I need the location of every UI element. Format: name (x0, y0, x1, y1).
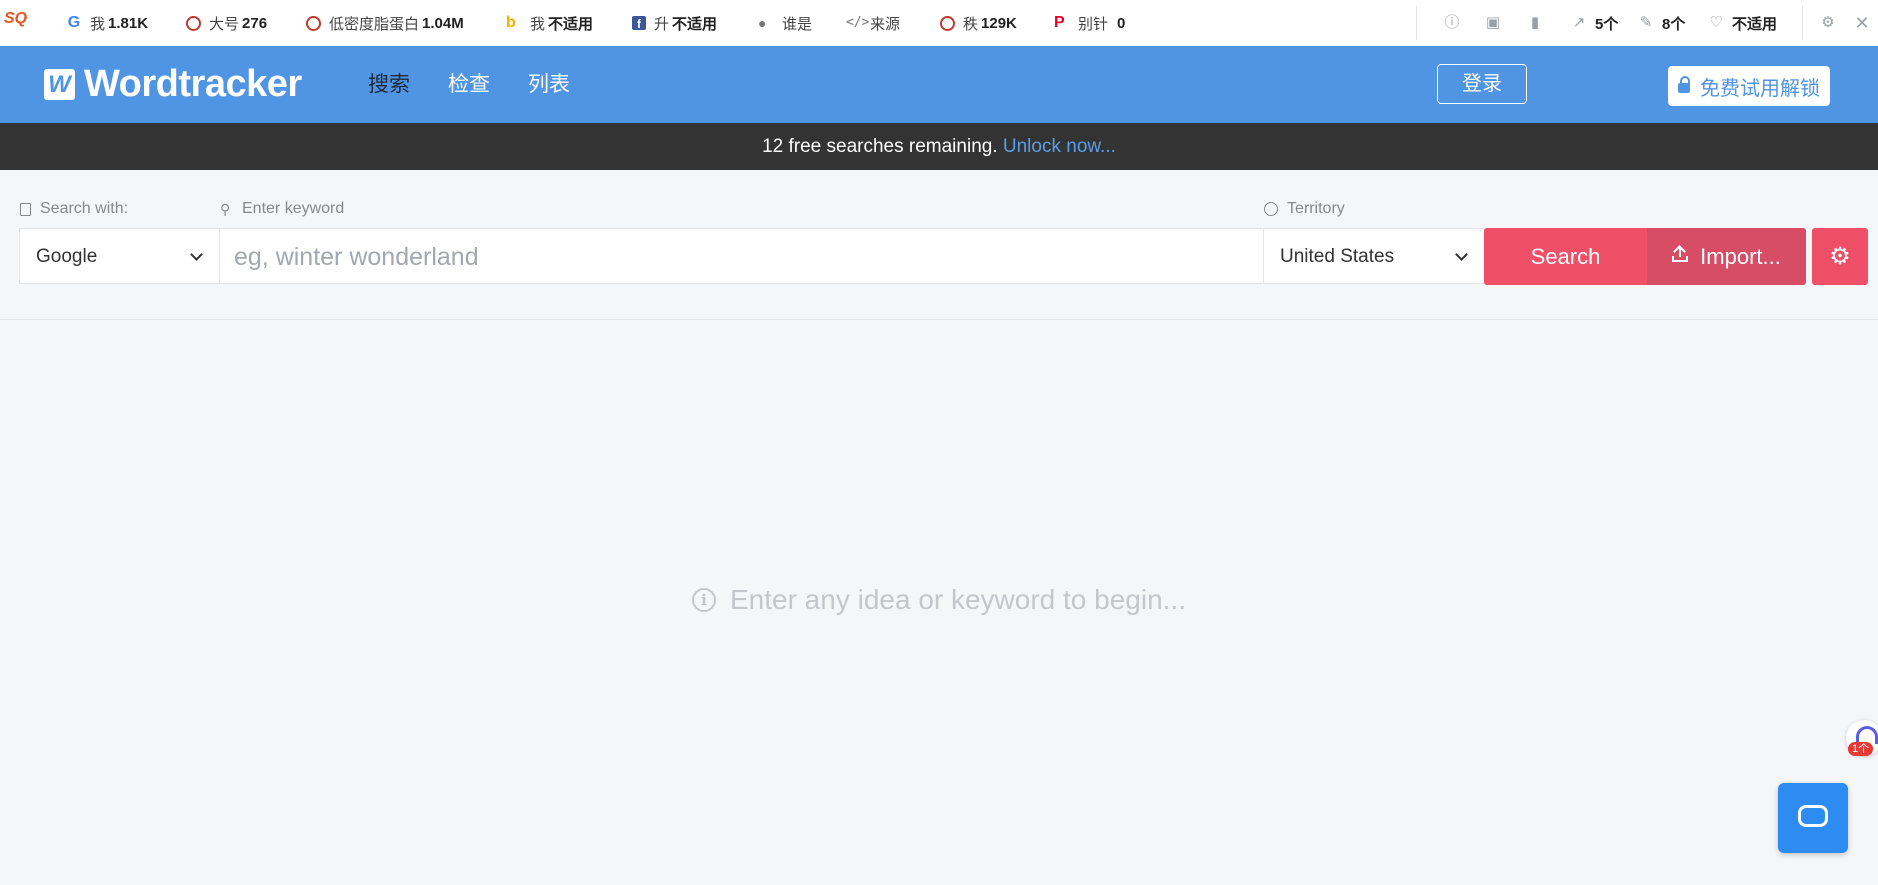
seo-item-source[interactable]: </> 来源 (846, 0, 903, 46)
notification-badge: 1个 (1848, 742, 1874, 756)
toolbar-divider (1416, 6, 1417, 40)
seo-item-chart[interactable]: ▮ (1527, 0, 1551, 46)
user-icon: ● (758, 15, 767, 31)
side-assistant-widget[interactable]: 1个 (1846, 720, 1878, 756)
info-icon: i (691, 588, 716, 612)
ring-icon (186, 15, 201, 31)
chat-icon (1798, 805, 1828, 827)
gear-icon: ⚙ (1829, 243, 1851, 270)
login-button[interactable]: 登录 (1437, 64, 1527, 104)
keyword-input[interactable] (232, 229, 1256, 285)
facebook-icon: f (632, 16, 646, 31)
empty-state: i Enter any idea or keyword to begin... (0, 584, 1878, 616)
nav-search[interactable]: 搜索 (368, 70, 410, 100)
chevron-down-icon (190, 248, 203, 261)
unlock-now-link[interactable]: Unlock now... (1003, 136, 1116, 157)
close-icon: ✕ (1854, 13, 1870, 33)
code-icon: </> (846, 15, 870, 30)
chevron-down-icon (1455, 248, 1468, 261)
search-button[interactable]: Search (1484, 228, 1647, 285)
info-icon: ⓘ (1444, 14, 1460, 31)
heart-icon: ♡ (1709, 14, 1723, 31)
brand-name: Wordtracker (84, 63, 302, 105)
free-trial-label: 免费试用解锁 (1700, 77, 1820, 100)
ring-icon (940, 15, 955, 31)
seo-item-external-links[interactable]: ↗ 5个 (1571, 0, 1619, 46)
seo-extension-logo[interactable]: SQ (4, 10, 27, 28)
seo-item-whois[interactable]: ● 谁是 (758, 0, 815, 46)
search-icon: ⚲ (220, 200, 231, 217)
globe-icon (1264, 202, 1278, 216)
seo-item-pinterest[interactable]: P 别针 0 (1054, 0, 1125, 46)
toolbar-divider (1802, 6, 1803, 40)
seo-item-health[interactable]: ♡ 不适用 (1708, 0, 1777, 46)
search-with-label: Search with: (20, 200, 128, 218)
import-button[interactable]: Import... (1647, 228, 1806, 285)
site-header: W Wordtracker 搜索 检查 列表 登录 免费试用解锁 (0, 46, 1878, 123)
seo-item-ldp[interactable]: 低密度脂蛋白 1.04M (306, 0, 464, 46)
free-trial-button[interactable]: 免费试用解锁 (1668, 66, 1830, 106)
seo-item-internal-links[interactable]: ✎ 8个 (1638, 0, 1686, 46)
search-settings-button[interactable]: ⚙ (1812, 228, 1868, 285)
document-icon (20, 202, 31, 216)
main-nav: 搜索 检查 列表 (368, 70, 608, 100)
seo-item-facebook[interactable]: f 升 不适用 (632, 0, 717, 46)
google-icon: G (67, 14, 81, 31)
bing-icon: b (506, 14, 516, 31)
bar-chart-icon: ▮ (1530, 14, 1540, 31)
seo-item-info[interactable]: ⓘ (1444, 0, 1468, 46)
seo-item-da[interactable]: 大号 276 (186, 0, 267, 46)
seo-item-bing-index[interactable]: b 我 不适用 (506, 0, 593, 46)
banner-text: 12 free searches remaining. (762, 136, 998, 157)
upload-icon (1672, 244, 1689, 262)
territory-select[interactable]: United States (1263, 228, 1485, 284)
chat-button[interactable] (1778, 783, 1848, 853)
lock-icon (1678, 76, 1690, 93)
seo-extension-toolbar: SQ G 我 1.81K 大号 276 低密度脂蛋白 1.04M b 我 不适用… (0, 0, 1878, 47)
search-panel: Search with: ⚲ Enter keyword Territory G… (0, 170, 1878, 320)
brand-mark-icon: W (44, 68, 75, 100)
keyword-label: ⚲ Enter keyword (220, 200, 345, 217)
seo-item-rank[interactable]: 秩 129K (940, 0, 1017, 46)
keyword-input-box (219, 228, 1264, 285)
nav-lists[interactable]: 列表 (528, 70, 570, 100)
brand-logo[interactable]: W Wordtracker (44, 63, 302, 105)
seo-item-google-index[interactable]: G 我 1.81K (66, 0, 148, 46)
gear-icon: ⚙ (1821, 14, 1835, 31)
seo-item-monitor[interactable]: ▣ (1485, 0, 1509, 46)
empty-state-message: Enter any idea or keyword to begin... (729, 584, 1187, 615)
free-searches-banner: 12 free searches remaining. Unlock now..… (0, 123, 1878, 170)
toolbar-close[interactable]: ✕ (1854, 0, 1878, 46)
territory-label: Territory (1264, 200, 1345, 218)
monitor-icon: ▣ (1485, 14, 1501, 31)
toolbar-settings[interactable]: ⚙ (1820, 0, 1844, 46)
search-engine-select[interactable]: Google (19, 228, 220, 284)
nav-inspect[interactable]: 检查 (448, 70, 490, 100)
external-link-icon: ↗ (1572, 14, 1586, 31)
edit-icon: ✎ (1639, 14, 1653, 31)
pinterest-icon: P (1054, 14, 1065, 31)
ring-icon (306, 15, 321, 31)
